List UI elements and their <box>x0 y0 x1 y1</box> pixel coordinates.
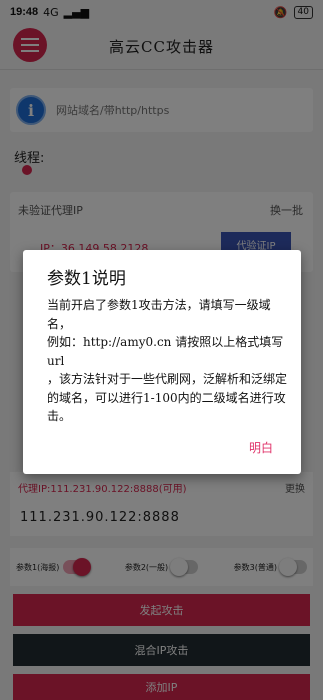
dialog-title: 参数1说明 <box>47 269 126 289</box>
param-info-dialog: 参数1说明 当前开启了参数1攻击方法，请填写一级域名， 例如：http://am… <box>23 250 301 474</box>
dialog-ok-button[interactable]: 明白 <box>249 439 273 456</box>
dialog-body: 当前开启了参数1攻击方法，请填写一级域名， 例如：http://amy0.cn … <box>47 298 288 423</box>
